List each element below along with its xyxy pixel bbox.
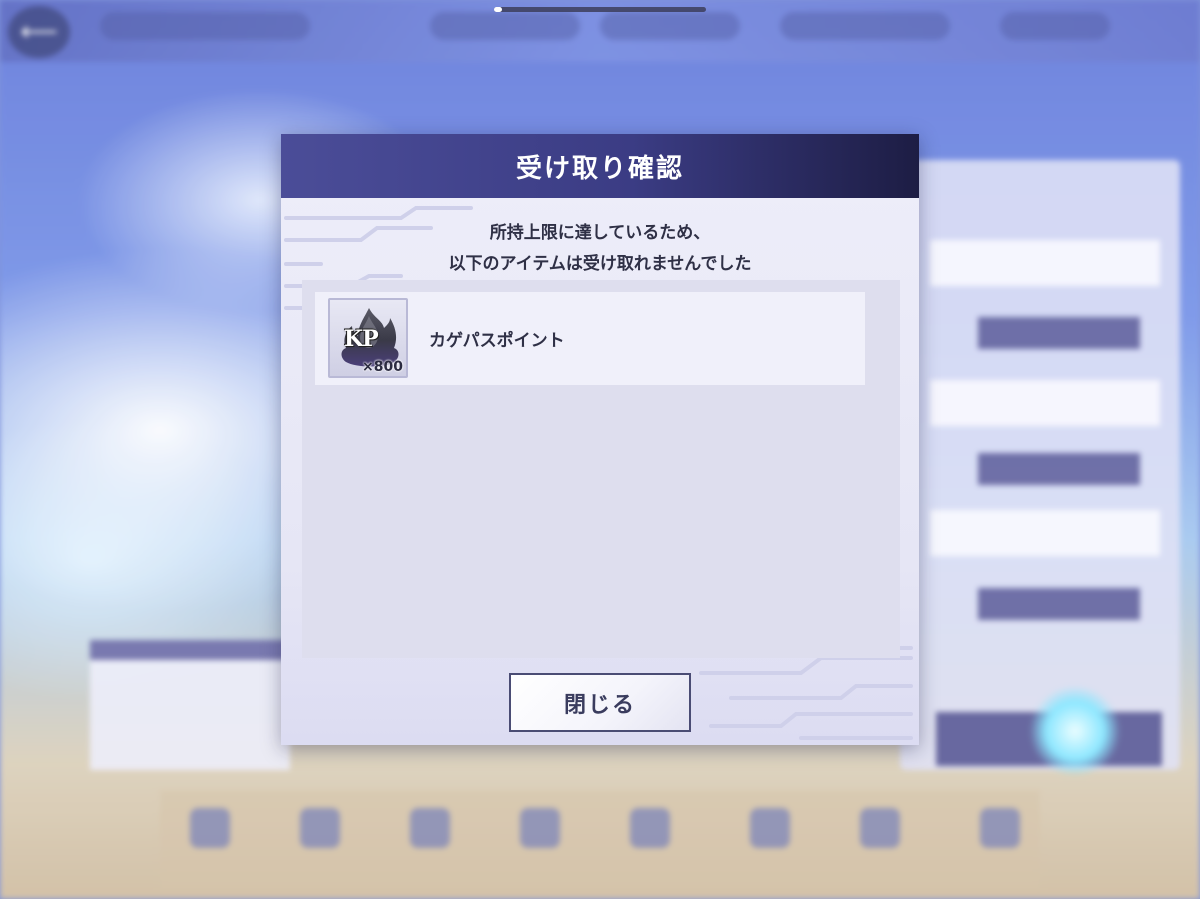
- item-icon-text: KP: [344, 326, 379, 352]
- item-name: カゲパスポイント: [429, 331, 565, 351]
- message-line-1: 所持上限に達しているため、: [489, 223, 711, 243]
- item-quantity: ×800: [362, 359, 403, 375]
- dialog-header: 受け取り確認: [281, 134, 919, 198]
- receive-confirm-dialog: 受け取り確認 所持上限に達しているため、 以下のアイテムは受け取れませんでした: [281, 134, 919, 745]
- item-list: KP ×800 カゲパスポイント: [302, 280, 900, 658]
- dialog-title: 受け取り確認: [515, 153, 684, 184]
- list-item: KP ×800 カゲパスポイント: [315, 292, 865, 385]
- message-line-2: 以下のアイテムは受け取れませんでした: [448, 254, 752, 274]
- dialog-message: 所持上限に達しているため、 以下のアイテムは受け取れませんでした: [281, 218, 919, 280]
- close-button-label: 閉じる: [563, 692, 636, 718]
- close-button[interactable]: 閉じる: [509, 673, 691, 732]
- kagepas-point-flame-icon: KP ×800: [328, 298, 408, 378]
